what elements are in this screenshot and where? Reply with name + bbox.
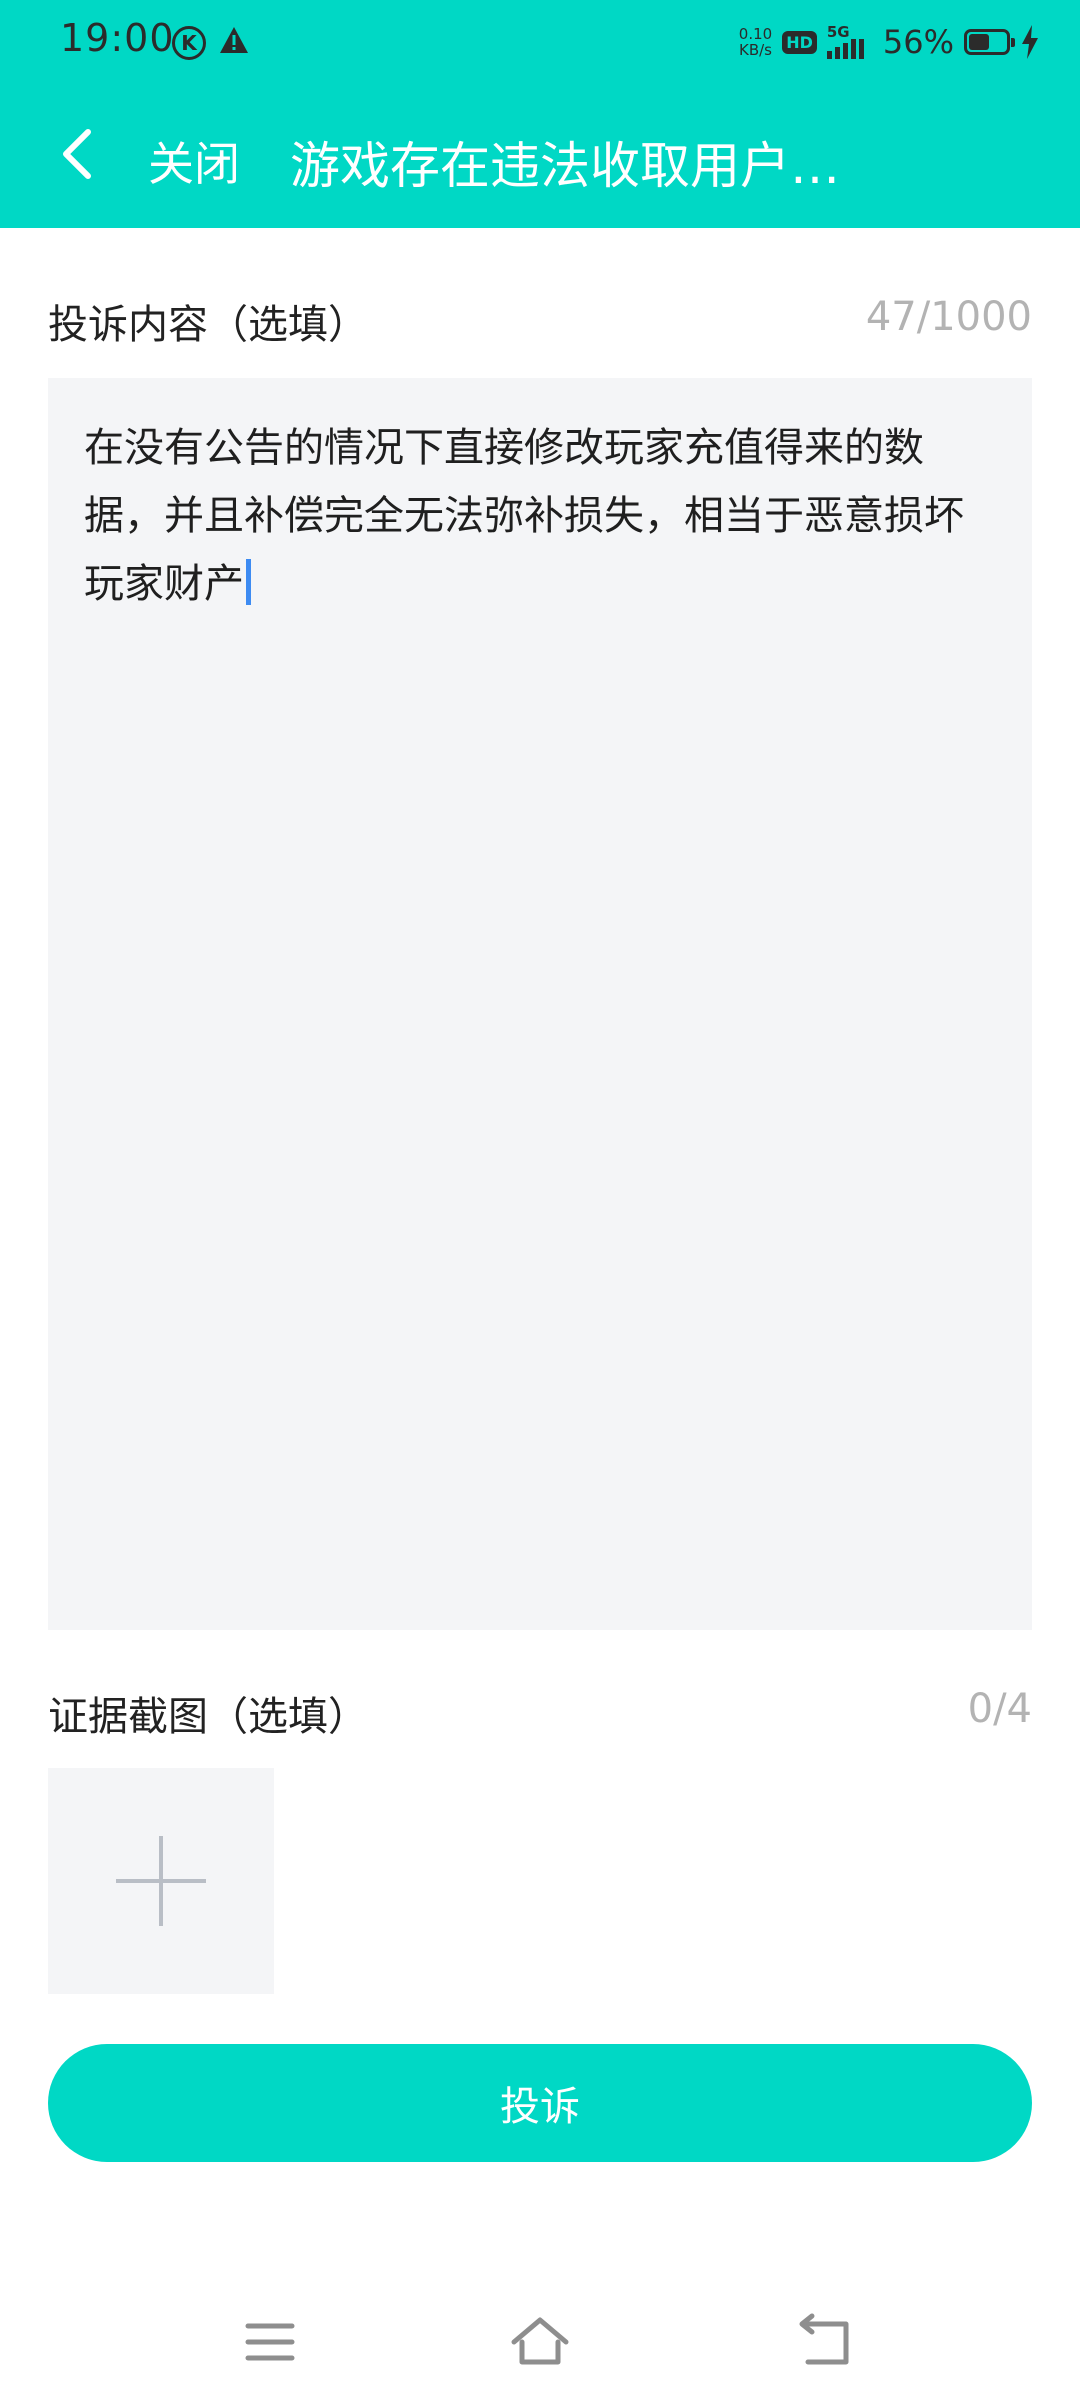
- status-indicators: 0.10 KB/s HD 5G 56%: [739, 20, 1040, 64]
- signal-5g-icon: 5G: [826, 23, 873, 59]
- signal-bar: [858, 39, 864, 59]
- page-title: 游戏存在违法收取用户…: [290, 137, 840, 195]
- network-speed-unit: KB/s: [739, 41, 772, 59]
- k-app-icon: K: [172, 26, 206, 60]
- complaint-text: 在没有公告的情况下直接修改玩家充值得来的数据，并且补偿完全无法弥补损失，相当于恶…: [84, 425, 964, 607]
- battery-percent: 56%: [882, 23, 954, 61]
- chevron-left-icon[interactable]: [50, 124, 110, 184]
- back-arrow-icon[interactable]: [796, 2312, 856, 2372]
- signal-bar: [842, 43, 848, 59]
- complaint-page: 19:00 K 0.10 KB/s HD 5G 56% 关闭 游戏存在违法收取用…: [0, 0, 1080, 2408]
- system-navigation-bar: [0, 2290, 1080, 2400]
- complaint-textarea[interactable]: 在没有公告的情况下直接修改玩家充值得来的数据，并且补偿完全无法弥补损失，相当于恶…: [48, 378, 1032, 1630]
- close-button[interactable]: 关闭: [148, 128, 240, 194]
- status-bar: 19:00 K 0.10 KB/s HD 5G 56%: [0, 0, 1080, 84]
- complaint-content-label: 投诉内容（选填）: [48, 302, 368, 348]
- signal-bar: [850, 39, 856, 59]
- home-icon[interactable]: [510, 2312, 570, 2372]
- network-speed: 0.10 KB/s: [739, 26, 772, 58]
- evidence-label: 证据截图（选填）: [48, 1694, 368, 1740]
- hd-icon: HD: [782, 30, 817, 54]
- battery-icon: [964, 29, 1015, 55]
- warning-icon: [220, 27, 248, 53]
- text-cursor: [246, 559, 251, 605]
- menu-icon[interactable]: [240, 2312, 300, 2372]
- add-screenshot-button[interactable]: [48, 1768, 274, 1994]
- app-header: 19:00 K 0.10 KB/s HD 5G 56% 关闭 游戏存在违法收取用…: [0, 0, 1080, 228]
- battery-level: [969, 34, 989, 50]
- charging-icon: [1022, 25, 1038, 59]
- status-time: 19:00: [60, 16, 175, 60]
- signal-bar: [834, 47, 840, 59]
- network-type-label: 5G: [826, 23, 850, 41]
- complaint-char-count: 47/1000: [865, 294, 1032, 340]
- submit-complaint-button[interactable]: 投诉: [48, 2044, 1032, 2162]
- signal-bar: [826, 51, 832, 59]
- network-speed-value: 0.10: [738, 25, 773, 43]
- nav-bar: 关闭 游戏存在违法收取用户…: [0, 84, 1080, 228]
- evidence-image-count: 0/4: [967, 1686, 1032, 1732]
